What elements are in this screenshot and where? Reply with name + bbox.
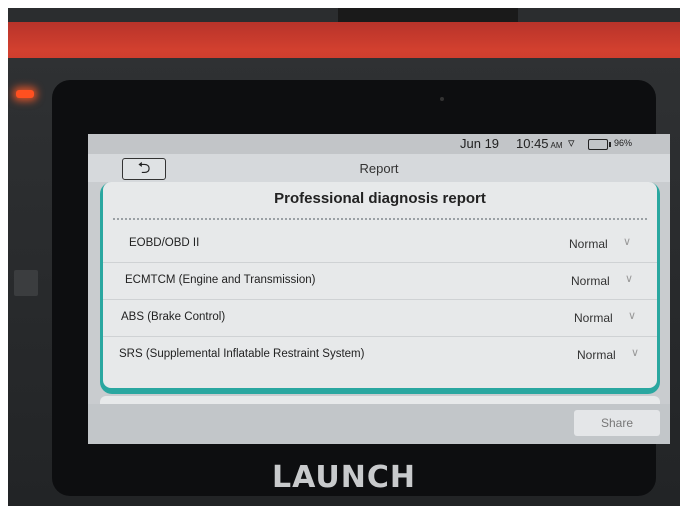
- status-bar: Jun 19 10:45 AM ▿ 96%: [88, 134, 670, 154]
- system-label: EOBD/OBD II: [129, 237, 200, 249]
- battery-percent: 96%: [614, 138, 633, 148]
- system-status: Normal: [574, 311, 613, 325]
- tablet-screen: Jun 19 10:45 AM ▿ 96% ⮌ Report Profession…: [88, 134, 670, 444]
- system-status: Normal: [569, 237, 608, 251]
- system-status: Normal: [571, 274, 610, 288]
- system-row-abs[interactable]: ABS (Brake Control) Normal ∨: [103, 300, 657, 337]
- side-port: [14, 270, 38, 296]
- report-title: Professional diagnosis report: [274, 190, 486, 207]
- battery-icon: [588, 139, 611, 150]
- report-card-inner: Professional diagnosis report EOBD/OBD I…: [103, 182, 657, 388]
- chevron-down-icon[interactable]: ∨: [625, 272, 633, 285]
- system-row-eobd[interactable]: EOBD/OBD II Normal ∨: [103, 226, 657, 263]
- chevron-down-icon[interactable]: ∨: [631, 346, 639, 359]
- bottom-action-bar: Share: [88, 404, 670, 444]
- system-row-ecmtcm[interactable]: ECMTCM (Engine and Transmission) Normal …: [103, 263, 657, 300]
- camera-icon: [440, 97, 444, 101]
- title-divider: [113, 218, 647, 220]
- chevron-down-icon[interactable]: ∨: [623, 235, 631, 248]
- status-time: 10:45 AM: [516, 136, 563, 151]
- system-label: ECMTCM (Engine and Transmission): [125, 274, 316, 286]
- system-row-srs[interactable]: SRS (Supplemental Inflatable Restraint S…: [103, 337, 657, 373]
- system-label: SRS (Supplemental Inflatable Restraint S…: [119, 348, 365, 360]
- wifi-icon: ▿: [568, 135, 575, 150]
- power-led-icon: [16, 90, 34, 98]
- nav-bar: ⮌ Report: [88, 154, 670, 182]
- report-card: Professional diagnosis report EOBD/OBD I…: [100, 182, 660, 394]
- chevron-down-icon[interactable]: ∨: [628, 309, 636, 322]
- share-button[interactable]: Share: [574, 410, 660, 436]
- page-title: Report: [359, 161, 399, 176]
- system-status: Normal: [577, 348, 616, 362]
- device-top-slot: [338, 8, 518, 22]
- status-date: Jun 19: [460, 136, 500, 151]
- device-brand-logo: LAUNCH: [271, 460, 416, 495]
- system-label: ABS (Brake Control): [121, 311, 226, 323]
